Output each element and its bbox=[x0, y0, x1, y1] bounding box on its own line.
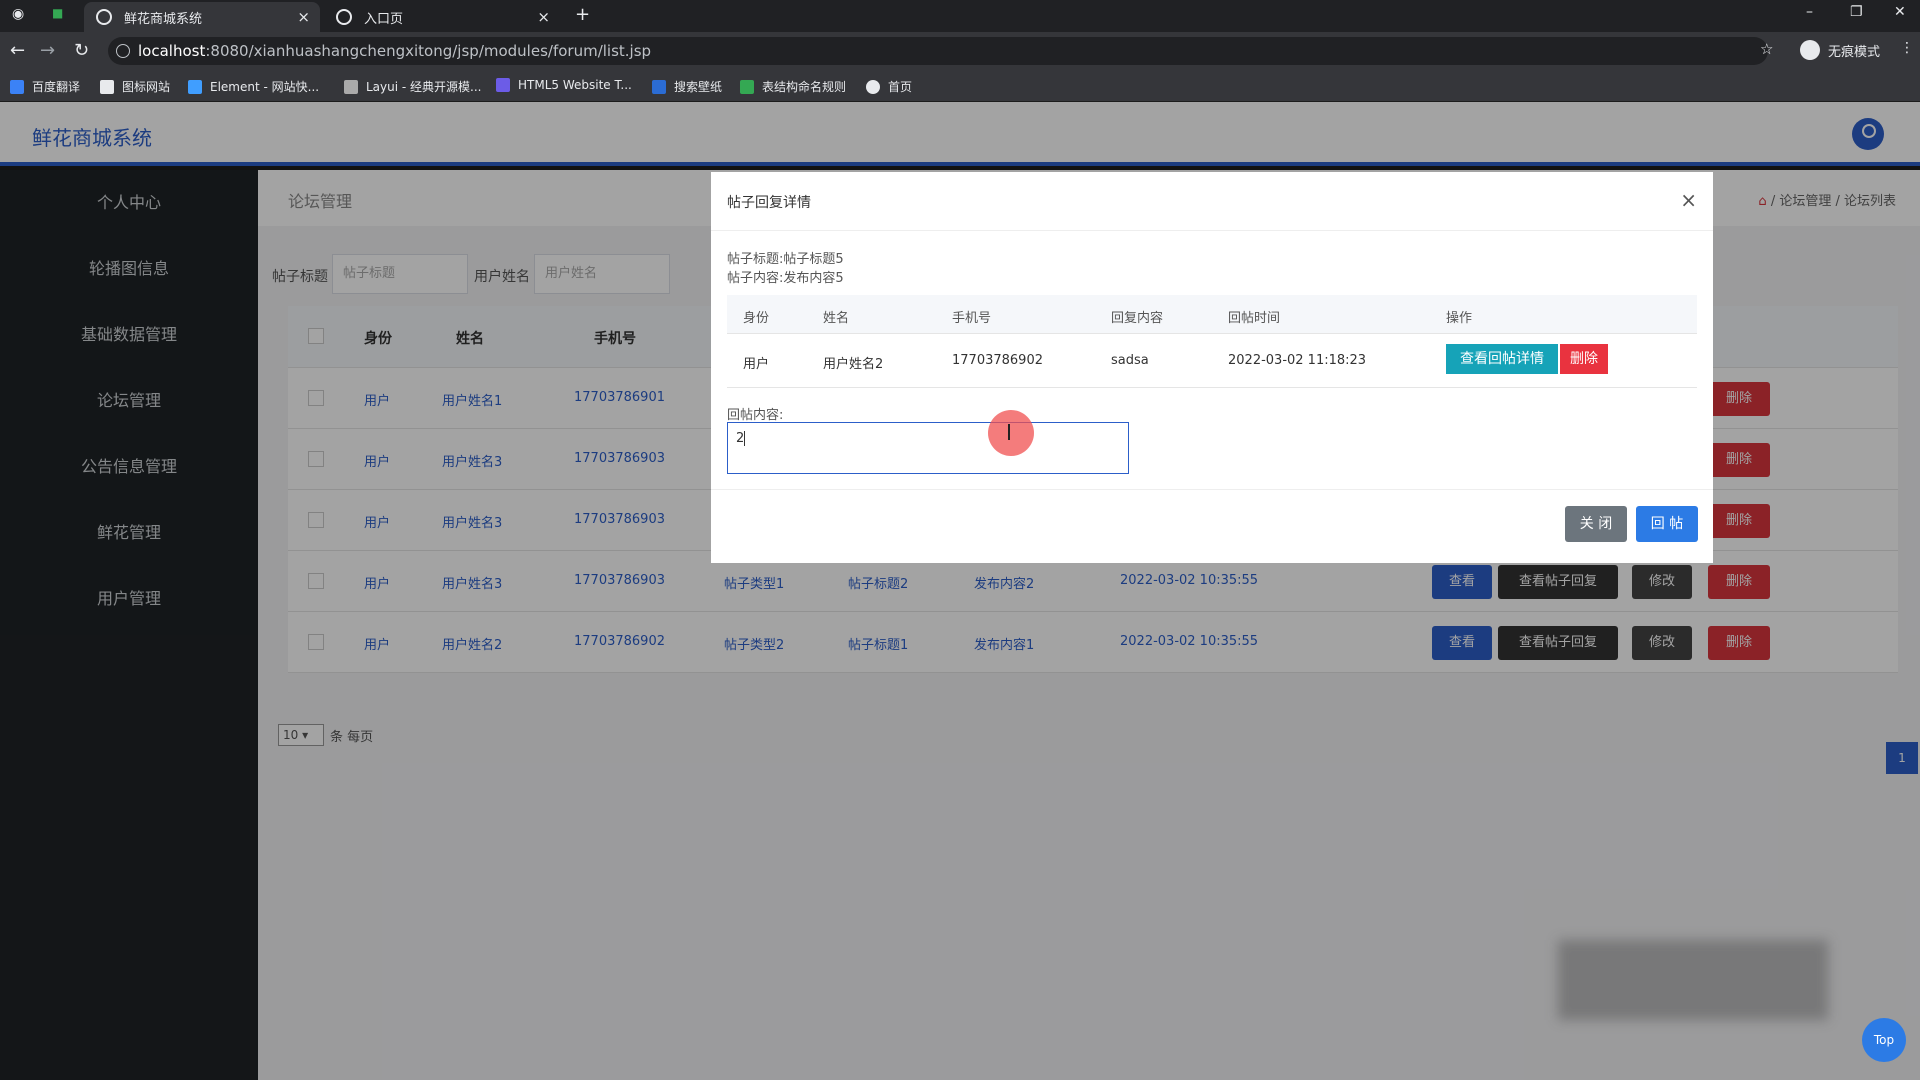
tab-favicon-icon bbox=[96, 9, 112, 25]
watermark bbox=[1558, 940, 1828, 1020]
site-info-icon[interactable] bbox=[116, 44, 130, 58]
column-header: 操作 bbox=[1446, 311, 1473, 326]
modal-title: 帖子回复详情 bbox=[727, 195, 811, 211]
layui-icon bbox=[344, 79, 358, 94]
column-header: 身份 bbox=[743, 311, 770, 326]
column-header: 回帖时间 bbox=[1228, 311, 1281, 326]
close-button[interactable]: 关 闭 bbox=[1565, 506, 1627, 542]
column-header: 回复内容 bbox=[1111, 311, 1164, 326]
modal-header: 帖子回复详情 × bbox=[711, 172, 1713, 231]
text-cursor-icon bbox=[1008, 424, 1014, 440]
view-reply-detail-button[interactable]: 查看回帖详情 bbox=[1446, 344, 1558, 374]
bookmark-item[interactable]: 图标网站 bbox=[100, 78, 170, 95]
browser-toolbar: ← → ↻ localhost:8080/xianhuashangchengxi… bbox=[0, 32, 1920, 70]
bookmark-item[interactable]: HTML5 Website T... bbox=[496, 78, 632, 92]
bookmark-item[interactable]: 百度翻译 bbox=[10, 78, 80, 95]
forward-icon[interactable]: → bbox=[40, 40, 55, 61]
translate-icon bbox=[10, 79, 24, 94]
cell-role: 用户 bbox=[743, 357, 770, 372]
reply-content-textarea[interactable]: 2​ bbox=[727, 422, 1129, 474]
tab-label: 鲜花商城系统 bbox=[124, 11, 203, 27]
restore-icon[interactable]: ❐ bbox=[1850, 4, 1863, 20]
delete-reply-button[interactable]: 删除 bbox=[1560, 344, 1608, 374]
text-caret: ​ bbox=[744, 431, 746, 446]
bookmark-item[interactable]: 首页 bbox=[866, 78, 912, 95]
element-icon bbox=[188, 79, 202, 94]
bookmark-item[interactable]: Layui - 经典开源模... bbox=[344, 78, 481, 95]
tab-flower-mall[interactable]: 鲜花商城系统 × bbox=[84, 2, 320, 32]
tab-close-icon[interactable]: × bbox=[537, 8, 550, 26]
reply-row: 用户 用户姓名2 17703786902 sadsa 2022-03-02 11… bbox=[727, 334, 1697, 388]
minimize-icon[interactable]: – bbox=[1806, 4, 1813, 20]
post-title-line: 帖子标题:帖子标题5 bbox=[727, 252, 844, 267]
browser-tabbar: ◉ ■ 鲜花商城系统 × 入口页 × + – ❐ ✕ bbox=[0, 0, 1920, 32]
html5-icon bbox=[496, 78, 510, 92]
back-to-top-button[interactable]: Top bbox=[1862, 1018, 1906, 1062]
reply-content-label: 回帖内容: bbox=[727, 408, 784, 423]
wallpaper-icon bbox=[652, 79, 666, 94]
globe-icon bbox=[866, 79, 880, 94]
tab-close-icon[interactable]: × bbox=[297, 8, 310, 26]
column-header: 姓名 bbox=[823, 311, 850, 326]
cell-name: 用户姓名2 bbox=[823, 357, 884, 372]
reply-detail-modal: 帖子回复详情 × 帖子标题:帖子标题5 帖子内容:发布内容5 身份 姓名 手机号… bbox=[711, 172, 1713, 563]
post-content-line: 帖子内容:发布内容5 bbox=[727, 271, 844, 286]
app-tab-icon[interactable]: ■ bbox=[52, 6, 63, 20]
submit-reply-button[interactable]: 回 帖 bbox=[1636, 506, 1698, 542]
tab-favicon-icon bbox=[336, 9, 352, 25]
incognito-label: 无痕模式 bbox=[1827, 44, 1880, 60]
bookmarks-bar: 百度翻译 图标网站 Element - 网站快... Layui - 经典开源模… bbox=[0, 70, 1920, 102]
reply-table: 身份 姓名 手机号 回复内容 回帖时间 操作 用户 用户姓名2 17703786… bbox=[727, 295, 1697, 388]
column-header: 手机号 bbox=[952, 311, 992, 326]
back-icon[interactable]: ← bbox=[10, 40, 25, 61]
more-menu-icon[interactable]: ⋮ bbox=[1900, 40, 1914, 56]
url-host: localhost bbox=[138, 42, 206, 60]
reply-table-header: 身份 姓名 手机号 回复内容 回帖时间 操作 bbox=[727, 295, 1697, 334]
bookmark-star-icon[interactable]: ☆ bbox=[1760, 40, 1773, 58]
bookmark-item[interactable]: 搜索壁纸 bbox=[652, 78, 722, 95]
flag-icon bbox=[100, 79, 114, 94]
footer-divider bbox=[711, 489, 1713, 490]
tab-label: 入口页 bbox=[364, 11, 404, 27]
reload-icon[interactable]: ↻ bbox=[74, 40, 89, 61]
incognito-icon bbox=[1799, 40, 1820, 60]
cell-phone: 17703786902 bbox=[952, 353, 1043, 368]
close-window-icon[interactable]: ✕ bbox=[1894, 4, 1906, 20]
incognito-indicator[interactable]: 无痕模式 bbox=[1799, 40, 1880, 60]
bookmark-item[interactable]: Element - 网站快... bbox=[188, 78, 319, 95]
new-tab-icon[interactable]: + bbox=[575, 4, 590, 25]
address-bar[interactable]: localhost:8080/xianhuashangchengxitong/j… bbox=[108, 37, 1768, 65]
sheet-icon bbox=[740, 79, 754, 94]
bookmark-item[interactable]: 表结构命名规则 bbox=[740, 78, 846, 95]
tab-entry-page[interactable]: 入口页 × bbox=[324, 2, 560, 32]
cell-reply-content: sadsa bbox=[1111, 353, 1149, 368]
url-path: :8080/xianhuashangchengxitong/jsp/module… bbox=[205, 42, 652, 60]
cell-reply-time: 2022-03-02 11:18:23 bbox=[1228, 353, 1367, 368]
browser-menu-icon[interactable]: ◉ bbox=[12, 6, 24, 22]
close-icon[interactable]: × bbox=[1680, 188, 1697, 212]
